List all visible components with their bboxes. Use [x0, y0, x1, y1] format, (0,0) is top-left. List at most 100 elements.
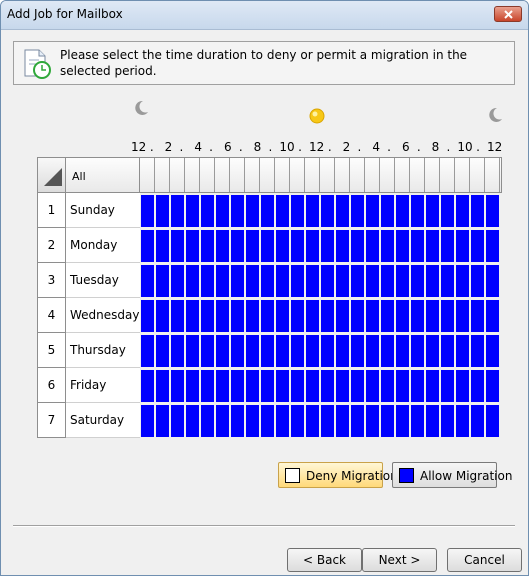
hour-cell[interactable] [396, 335, 409, 367]
hour-cell[interactable] [411, 335, 424, 367]
hour-cell[interactable] [366, 265, 379, 297]
hour-cell[interactable] [336, 195, 349, 227]
hour-cell[interactable] [486, 335, 499, 367]
hour-cell[interactable] [321, 265, 334, 297]
hour-column-header[interactable] [290, 158, 305, 192]
hour-cell[interactable] [336, 265, 349, 297]
hour-cell[interactable] [276, 230, 289, 262]
hour-cell[interactable] [231, 230, 244, 262]
hour-cell[interactable] [456, 265, 469, 297]
hour-cell[interactable] [486, 300, 499, 332]
hour-cell[interactable] [366, 230, 379, 262]
hour-cell[interactable] [261, 230, 274, 262]
row-number[interactable]: 7 [37, 403, 66, 438]
row-number[interactable]: 6 [37, 368, 66, 403]
hour-column-header[interactable] [260, 158, 275, 192]
hour-column-header[interactable] [140, 158, 155, 192]
hour-cell[interactable] [411, 230, 424, 262]
back-button[interactable]: < Back [287, 548, 362, 572]
hour-cell[interactable] [231, 300, 244, 332]
hour-cell[interactable] [411, 195, 424, 227]
hour-cell[interactable] [216, 265, 229, 297]
hour-cell[interactable] [351, 230, 364, 262]
all-header[interactable]: All [66, 157, 140, 193]
hour-cell[interactable] [441, 405, 454, 437]
hour-cell[interactable] [456, 300, 469, 332]
hour-cell[interactable] [396, 265, 409, 297]
day-label[interactable]: Friday [66, 368, 140, 403]
hour-cell[interactable] [201, 300, 214, 332]
hour-cell[interactable] [336, 405, 349, 437]
hour-cell[interactable] [156, 195, 169, 227]
hour-cell[interactable] [291, 230, 304, 262]
hour-cell[interactable] [141, 265, 154, 297]
hour-cell[interactable] [456, 370, 469, 402]
hour-column-header[interactable] [485, 158, 500, 192]
hour-cell[interactable] [321, 335, 334, 367]
hour-cell[interactable] [381, 230, 394, 262]
hour-cell[interactable] [441, 195, 454, 227]
hour-cell[interactable] [276, 370, 289, 402]
hour-cell[interactable] [426, 370, 439, 402]
hour-cell[interactable] [186, 335, 199, 367]
hour-cell[interactable] [306, 195, 319, 227]
hour-cell[interactable] [171, 405, 184, 437]
hour-cell[interactable] [186, 370, 199, 402]
hour-cell[interactable] [261, 300, 274, 332]
hour-cell[interactable] [471, 370, 484, 402]
hour-cell[interactable] [486, 195, 499, 227]
cancel-button[interactable]: Cancel [447, 548, 522, 572]
hour-cell[interactable] [186, 230, 199, 262]
hour-cell[interactable] [486, 265, 499, 297]
hour-cell[interactable] [306, 300, 319, 332]
hour-column-header[interactable] [410, 158, 425, 192]
hour-cell[interactable] [216, 370, 229, 402]
hour-cell[interactable] [186, 195, 199, 227]
hour-cell[interactable] [276, 405, 289, 437]
hour-cell[interactable] [171, 195, 184, 227]
hour-cell[interactable] [216, 300, 229, 332]
hour-cell[interactable] [321, 195, 334, 227]
hour-cell[interactable] [321, 370, 334, 402]
hour-column-header[interactable] [230, 158, 245, 192]
hour-cell[interactable] [381, 265, 394, 297]
hour-cell[interactable] [171, 265, 184, 297]
row-number[interactable]: 1 [37, 193, 66, 228]
hour-cell[interactable] [261, 195, 274, 227]
hour-cell[interactable] [306, 335, 319, 367]
hour-cell[interactable] [216, 230, 229, 262]
hour-cell[interactable] [471, 405, 484, 437]
row-number[interactable]: 4 [37, 298, 66, 333]
hour-cell[interactable] [366, 195, 379, 227]
deny-migration-button[interactable]: Deny Migration [278, 462, 398, 488]
row-number[interactable]: 3 [37, 263, 66, 298]
hour-cell[interactable] [246, 335, 259, 367]
day-label[interactable]: Saturday [66, 403, 140, 438]
hour-column-header[interactable] [380, 158, 395, 192]
hour-cell[interactable] [246, 300, 259, 332]
select-all-corner[interactable] [37, 157, 66, 193]
hour-cell[interactable] [141, 195, 154, 227]
hour-cell[interactable] [156, 405, 169, 437]
hour-cell[interactable] [471, 300, 484, 332]
hour-cell[interactable] [441, 370, 454, 402]
hour-cell[interactable] [156, 230, 169, 262]
hour-cell[interactable] [216, 405, 229, 437]
hour-cell[interactable] [471, 195, 484, 227]
hour-cell[interactable] [426, 195, 439, 227]
hour-cell[interactable] [306, 265, 319, 297]
hour-cell[interactable] [246, 195, 259, 227]
hour-column-header[interactable] [440, 158, 455, 192]
hour-cell[interactable] [156, 370, 169, 402]
hour-cell[interactable] [486, 405, 499, 437]
hour-cell[interactable] [471, 230, 484, 262]
day-label[interactable]: Thursday [66, 333, 140, 368]
hour-cell[interactable] [426, 335, 439, 367]
hour-cell[interactable] [381, 335, 394, 367]
hour-cell[interactable] [336, 230, 349, 262]
hour-cell[interactable] [366, 300, 379, 332]
hour-cell[interactable] [141, 335, 154, 367]
hour-cell[interactable] [411, 265, 424, 297]
hour-cell[interactable] [366, 370, 379, 402]
next-button[interactable]: Next > [362, 548, 437, 572]
